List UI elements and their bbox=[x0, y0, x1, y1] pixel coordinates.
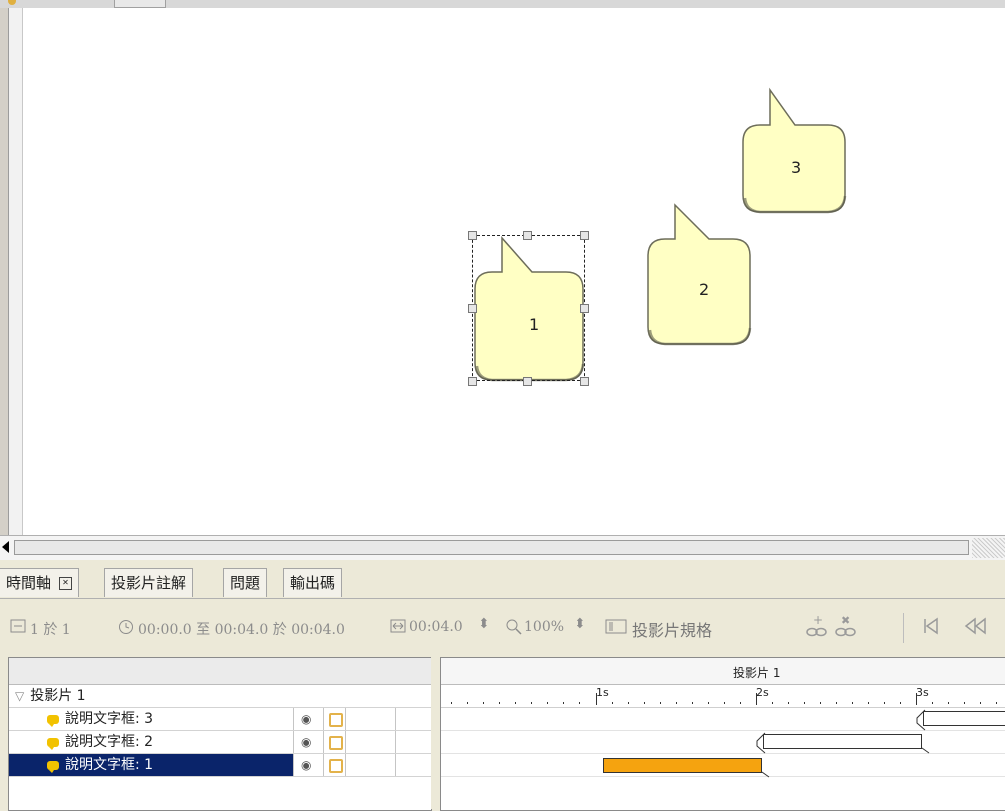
app-icon bbox=[8, 0, 16, 5]
slide-icon bbox=[10, 619, 26, 637]
rewind-icon[interactable] bbox=[963, 617, 989, 639]
lock-icon[interactable] bbox=[323, 731, 346, 753]
scrollbar-thumb[interactable] bbox=[14, 540, 969, 555]
timeline-header: 投影片 1 bbox=[441, 658, 1005, 685]
duration-icon bbox=[390, 619, 406, 637]
callout-3-text: 3 bbox=[791, 158, 802, 177]
tab-output-code[interactable]: 輸出碼 bbox=[283, 568, 343, 597]
layer-label: 說明文字框: 2 bbox=[65, 734, 154, 750]
timeline-track[interactable] bbox=[441, 731, 1005, 754]
ruler-label-3s: 3s bbox=[916, 686, 929, 699]
slide-canvas[interactable]: 3 2 1 bbox=[23, 8, 1005, 535]
callout-2-text: 2 bbox=[699, 280, 710, 299]
panel-splitter[interactable] bbox=[431, 657, 439, 809]
scroll-left-icon[interactable] bbox=[2, 541, 9, 553]
resize-handle[interactable] bbox=[468, 231, 477, 240]
visibility-eye-icon[interactable]: ◉ bbox=[293, 731, 324, 753]
tab-timeline[interactable]: 時間軸 ✕ bbox=[0, 568, 80, 597]
timeline-toolbar: 1 於 1 00:00.0 至 00:04.0 於 00:04.0 00:04.… bbox=[0, 599, 1005, 657]
horizontal-scrollbar[interactable] bbox=[0, 535, 1005, 560]
duration-input[interactable]: 00:04.0 bbox=[409, 619, 463, 635]
timeline-track[interactable] bbox=[441, 708, 1005, 731]
top-tab-stub[interactable] bbox=[114, 0, 166, 8]
visibility-eye-icon[interactable]: ◉ bbox=[293, 708, 324, 730]
layer-row[interactable]: 說明文字框: 3 ◉ bbox=[9, 708, 431, 731]
panel-tabs: 時間軸 ✕ 投影片註解 問題 輸出碼 bbox=[0, 560, 1005, 599]
slide-props-icon bbox=[605, 619, 627, 638]
timeline-track-selected[interactable] bbox=[441, 754, 1005, 778]
time-range: 00:00.0 至 00:04.0 於 00:04.0 bbox=[138, 622, 345, 638]
lock-icon[interactable] bbox=[323, 708, 346, 730]
link-remove-icon[interactable]: ✖ bbox=[834, 613, 858, 643]
tab-questions[interactable]: 問題 bbox=[223, 568, 268, 597]
resize-handle[interactable] bbox=[580, 231, 589, 240]
ruler-label-2s: 2s bbox=[756, 686, 769, 699]
collapse-triangle-icon[interactable]: ▽ bbox=[15, 689, 24, 703]
svg-text:+: + bbox=[813, 613, 823, 627]
layer-row-selected[interactable]: 說明文字框: 1 ◉ bbox=[9, 754, 432, 777]
layer-row[interactable]: 說明文字框: 2 ◉ bbox=[9, 731, 431, 754]
tab-slide-notes-label: 投影片註解 bbox=[111, 574, 187, 592]
zoom-spinner-icon[interactable]: ⬍ bbox=[574, 616, 586, 632]
vertical-ruler bbox=[9, 8, 23, 535]
callout-icon bbox=[47, 760, 59, 773]
go-to-start-icon[interactable] bbox=[922, 617, 940, 639]
tab-output-code-label: 輸出碼 bbox=[290, 574, 336, 592]
tab-timeline-label: 時間軸 bbox=[6, 574, 52, 592]
timeline-bar[interactable] bbox=[923, 711, 1005, 726]
callout-icon bbox=[47, 714, 59, 727]
layer-cell bbox=[395, 708, 432, 730]
layer-cell bbox=[345, 731, 368, 753]
layer-group-row[interactable]: ▽ 投影片 1 bbox=[9, 685, 431, 708]
svg-text:✖: ✖ bbox=[841, 614, 850, 627]
close-icon[interactable]: ✕ bbox=[59, 577, 73, 590]
timeline-bar[interactable] bbox=[763, 734, 922, 749]
callout-2[interactable]: 2 bbox=[645, 203, 755, 349]
resize-handle[interactable] bbox=[468, 304, 477, 313]
layer-group-label: 投影片 1 bbox=[30, 688, 86, 704]
layer-cell bbox=[395, 754, 432, 776]
resize-handle[interactable] bbox=[580, 377, 589, 386]
resize-handle[interactable] bbox=[580, 304, 589, 313]
timeline-bar-selected[interactable] bbox=[603, 758, 762, 773]
resize-grip[interactable] bbox=[972, 538, 1005, 558]
callout-3[interactable]: 3 bbox=[740, 80, 850, 224]
timeline-area[interactable]: 投影片 1 1s 2s 3s bbox=[440, 657, 1005, 811]
clock-icon bbox=[118, 619, 134, 639]
layer-list: ▽ 投影片 1 說明文字框: 3 ◉ 說明文字框: 2 ◉ 說明文字框: 1 ◉ bbox=[8, 657, 432, 811]
left-gutter bbox=[0, 8, 9, 535]
resize-handle[interactable] bbox=[523, 377, 532, 386]
layer-list-header bbox=[9, 658, 431, 685]
toolbar-separator bbox=[903, 613, 904, 643]
zoom-input[interactable]: 100% bbox=[524, 619, 564, 635]
resize-handle[interactable] bbox=[523, 231, 532, 240]
slide-props-button[interactable]: 投影片規格 bbox=[632, 617, 712, 641]
layer-cell bbox=[345, 754, 396, 776]
visibility-eye-icon[interactable]: ◉ bbox=[293, 754, 324, 776]
layer-label: 說明文字框: 3 bbox=[65, 711, 154, 727]
tab-slide-notes[interactable]: 投影片註解 bbox=[104, 568, 194, 597]
selection-frame bbox=[472, 235, 585, 381]
callout-icon bbox=[47, 737, 59, 750]
ruler-label-1s: 1s bbox=[596, 686, 609, 699]
layer-cell bbox=[395, 731, 432, 753]
timeline-slide-label: 投影片 1 bbox=[733, 666, 781, 680]
link-add-icon[interactable]: + bbox=[805, 613, 829, 643]
resize-handle[interactable] bbox=[468, 377, 477, 386]
layer-cell bbox=[345, 708, 368, 730]
tab-questions-label: 問題 bbox=[230, 574, 261, 592]
time-ruler[interactable]: 1s 2s 3s bbox=[441, 685, 1005, 708]
slide-counter: 1 於 1 bbox=[30, 622, 71, 638]
layer-label: 說明文字框: 1 bbox=[65, 757, 154, 773]
lock-icon[interactable] bbox=[323, 754, 346, 776]
duration-spinner-icon[interactable]: ⬍ bbox=[478, 616, 490, 632]
zoom-icon bbox=[506, 619, 522, 639]
